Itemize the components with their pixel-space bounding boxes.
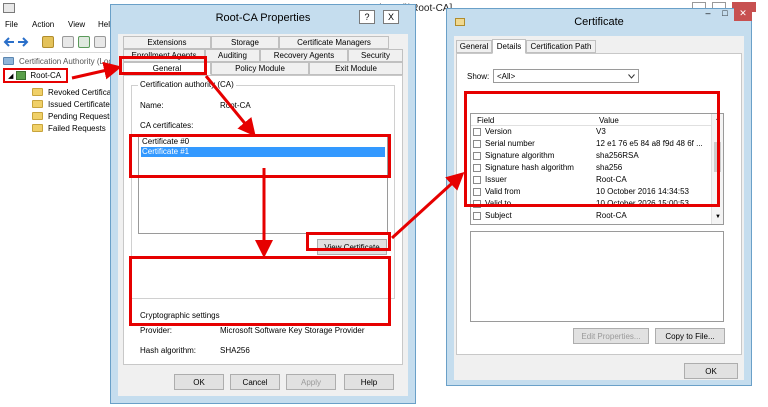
annotation-arrows [71,61,465,258]
tab-details[interactable]: Details [492,39,526,54]
